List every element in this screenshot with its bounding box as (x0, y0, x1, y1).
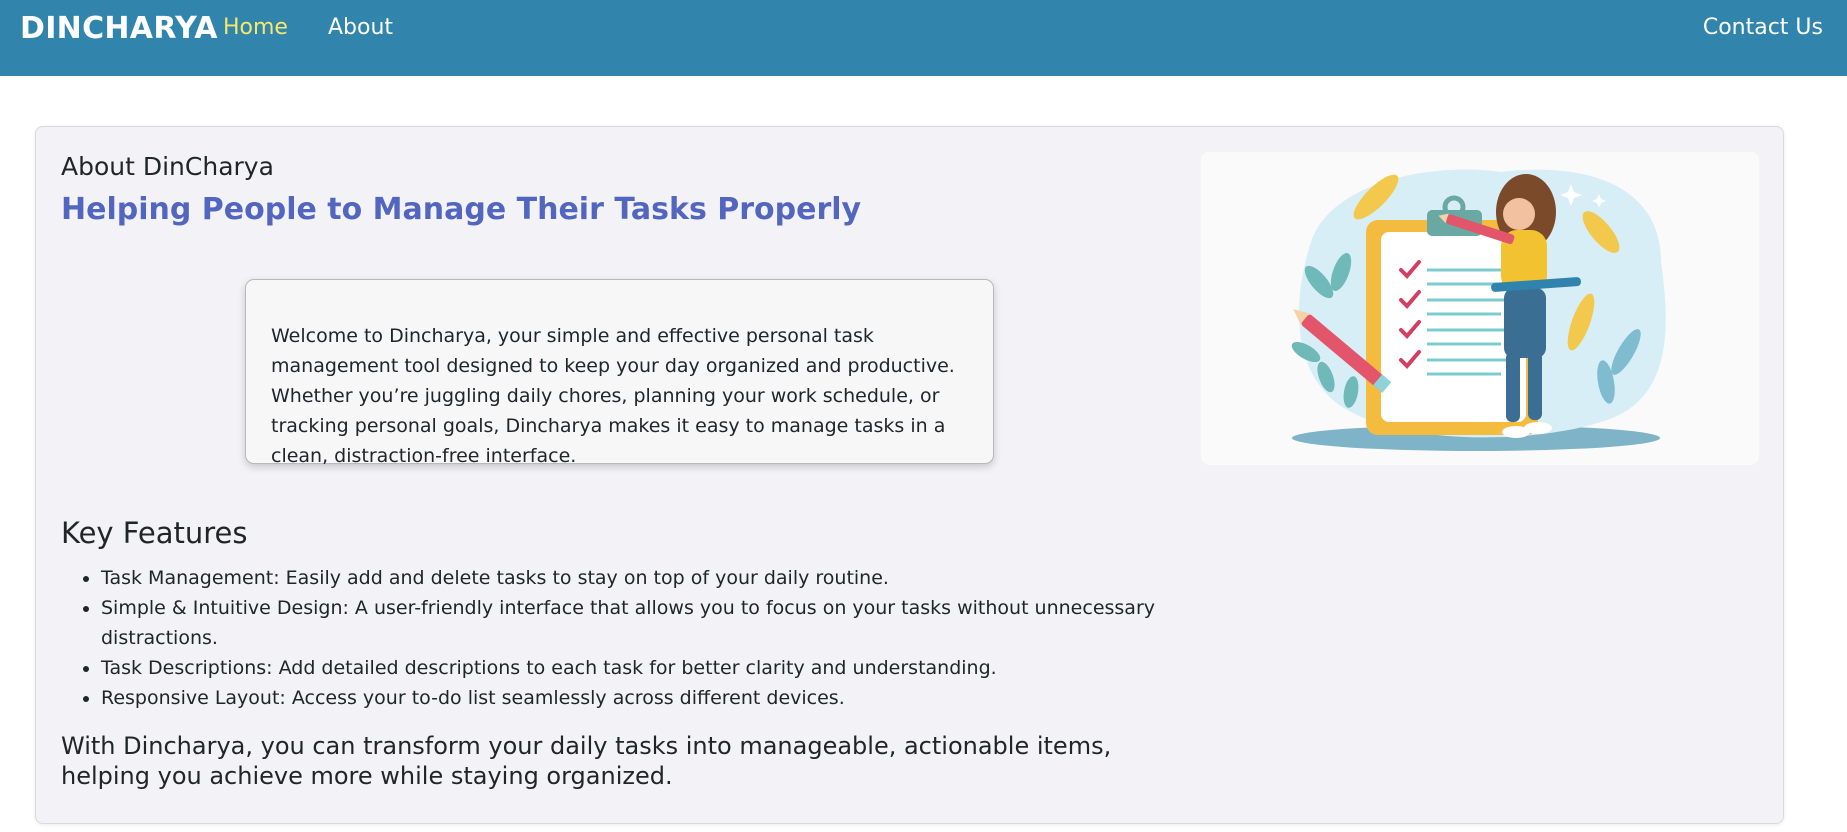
welcome-text: Welcome to Dincharya, your simple and ef… (271, 325, 955, 467)
features-list: Task Management: Easily add and delete t… (61, 563, 1181, 713)
nav-link-home[interactable]: Home (223, 15, 288, 40)
nav-link-contact-us[interactable]: Contact Us (1703, 15, 1823, 40)
closing-statement: With Dincharya, you can transform your d… (61, 732, 1112, 790)
brand-logo[interactable]: DINCHARYA (20, 11, 218, 46)
welcome-text-box: Welcome to Dincharya, your simple and ef… (245, 279, 994, 467)
about-heading: About DinCharya (61, 152, 274, 181)
key-features-heading: Key Features (61, 516, 248, 550)
feature-item: Task Management: Easily add and delete t… (101, 563, 1181, 593)
feature-item: Responsive Layout: Access your to-do lis… (101, 683, 1181, 713)
page-tagline: Helping People to Manage Their Tasks Pro… (61, 192, 862, 227)
top-navbar: DINCHARYA Home About Contact Us (0, 0, 1847, 76)
task-illustration (1201, 152, 1759, 465)
feature-item: Simple & Intuitive Design: A user-friend… (101, 593, 1181, 653)
task-checklist-illustration-icon (1291, 169, 1666, 451)
feature-item: Task Descriptions: Add detailed descript… (101, 653, 1181, 683)
nav-link-about[interactable]: About (328, 15, 393, 40)
